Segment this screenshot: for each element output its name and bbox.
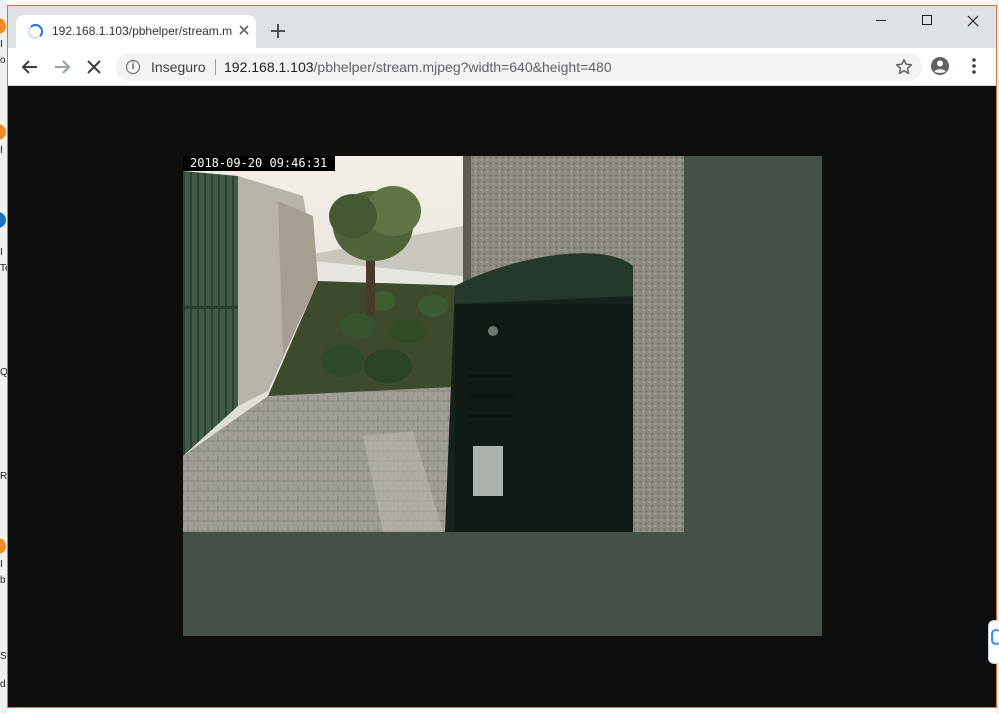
desktop-app-icon[interactable]	[0, 538, 6, 554]
desktop-label: I	[0, 559, 3, 570]
security-status[interactable]: Inseguro	[151, 59, 205, 75]
star-icon	[895, 58, 913, 75]
desktop-label: b	[0, 575, 6, 586]
address-divider	[215, 59, 216, 75]
url-host: 192.168.1.103	[224, 59, 314, 75]
desktop-label: I	[0, 145, 3, 156]
tab-title: 192.168.1.103/pbhelper/stream.mjpeg?widt…	[52, 24, 232, 38]
camera-stream-image: 2018-09-20 09:46:31	[183, 156, 684, 532]
close-icon	[87, 60, 101, 74]
back-button[interactable]	[16, 53, 44, 81]
browser-tab[interactable]: 192.168.1.103/pbhelper/stream.mjpeg?widt…	[16, 15, 256, 48]
arrow-left-icon	[21, 60, 37, 74]
desktop-label: S	[0, 651, 7, 662]
desktop-app-icon[interactable]	[0, 124, 6, 140]
desktop-label: Qu	[0, 367, 7, 378]
desktop-label: R	[0, 471, 7, 482]
account-circle-icon	[931, 57, 949, 75]
maximize-button[interactable]	[904, 6, 950, 36]
forward-button[interactable]	[48, 53, 76, 81]
desktop-app-icon[interactable]	[0, 18, 6, 34]
desktop-app-icon[interactable]	[0, 212, 6, 228]
address-bar[interactable]: i Inseguro 192.168.1.103/pbhelper/stream…	[116, 53, 922, 81]
browser-window: 192.168.1.103/pbhelper/stream.mjpeg?widt…	[7, 5, 997, 708]
page-viewport: 2018-09-20 09:46:31	[8, 86, 996, 707]
widget-icon	[991, 629, 999, 645]
browser-toolbar: i Inseguro 192.168.1.103/pbhelper/stream…	[8, 48, 996, 86]
plus-icon	[271, 24, 285, 38]
desktop-left-edge: I o I I Te Qu R I b S d	[0, 0, 7, 714]
arrow-right-icon	[55, 60, 71, 74]
mjpeg-stream-frame: 2018-09-20 09:46:31	[183, 156, 822, 636]
title-bar: 192.168.1.103/pbhelper/stream.mjpeg?widt…	[8, 6, 996, 48]
minimize-button[interactable]	[858, 6, 904, 36]
close-window-button[interactable]	[950, 6, 996, 36]
close-icon	[239, 25, 249, 35]
stop-loading-button[interactable]	[80, 53, 108, 81]
browser-menu-button[interactable]	[966, 56, 982, 76]
minimize-icon	[876, 20, 886, 21]
stream-timestamp: 2018-09-20 09:46:31	[183, 156, 336, 171]
desktop-label: d	[0, 679, 6, 690]
url-text[interactable]: 192.168.1.103/pbhelper/stream.mjpeg?widt…	[224, 59, 612, 75]
more-vert-icon	[972, 58, 976, 74]
tab-close-button[interactable]	[236, 22, 252, 38]
info-icon[interactable]: i	[126, 60, 140, 74]
loading-spinner-icon	[28, 24, 43, 39]
url-path: /pbhelper/stream.mjpeg?width=640&height=…	[313, 59, 612, 75]
maximize-icon	[922, 15, 932, 25]
side-widget[interactable]	[988, 620, 999, 664]
desktop-label: Te	[0, 263, 7, 274]
bookmark-star-icon[interactable]	[894, 57, 914, 77]
profile-button[interactable]	[930, 56, 950, 76]
new-tab-button[interactable]	[266, 19, 290, 43]
camera-scene-graphic	[183, 156, 684, 532]
close-icon	[967, 15, 979, 27]
desktop-label: I	[0, 39, 3, 50]
desktop-label: o	[0, 55, 6, 66]
desktop-label: I	[0, 247, 3, 258]
